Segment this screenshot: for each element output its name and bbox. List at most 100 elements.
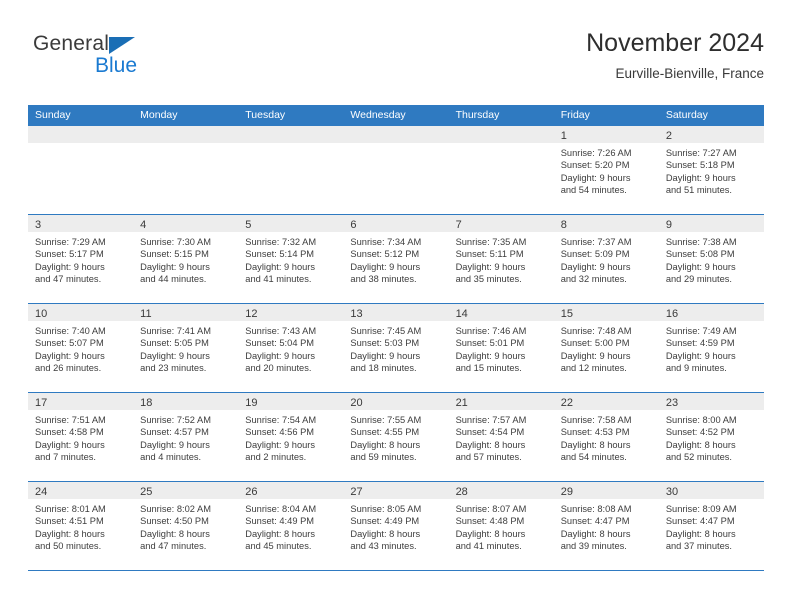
calendar-day-cell[interactable]: 5 Sunrise: 7:32 AM Sunset: 5:14 PM Daylight…: [238, 215, 344, 303]
sunset-text: Sunset: 5:01 PM: [455, 338, 525, 349]
sunset-text: Sunset: 4:57 PM: [140, 427, 209, 438]
day-number-band: 14: [448, 304, 554, 321]
calendar-day-cell[interactable]: 8 Sunrise: 7:37 AM Sunset: 5:09 PM Daylight…: [553, 215, 659, 303]
day-number-band: 4: [133, 215, 239, 232]
day-number: 12: [245, 308, 258, 320]
calendar-day-cell[interactable]: 1 Sunrise: 7:26 AM Sunset: 5:20 PM Daylight…: [553, 126, 659, 214]
calendar-day-cell[interactable]: 12 Sunrise: 7:43 AM Sunset: 5:04 PM Dayligh…: [238, 304, 344, 392]
calendar-week-row: 24 Sunrise: 8:01 AM Sunset: 4:51 PM Dayligh…: [28, 481, 764, 570]
calendar-day-cell[interactable]: 28 Sunrise: 8:07 AM Sunset: 4:48 PM Dayligh…: [448, 482, 554, 570]
day-sun-info: Sunrise: 7:41 AM Sunset: 5:05 PM Daylight:…: [133, 321, 238, 375]
day-number: 29: [560, 486, 573, 498]
daylight-text-line2: and 54 minutes.: [560, 185, 627, 196]
sunset-text: Sunset: 5:20 PM: [560, 160, 630, 171]
day-sun-info: Sunrise: 7:54 AM Sunset: 4:56 PM Daylight:…: [238, 410, 343, 464]
day-number-band: [238, 126, 344, 143]
day-sun-info: Sunrise: 7:58 AM Sunset: 4:53 PM Daylight:…: [554, 410, 659, 464]
daylight-text-line2: and 20 minutes.: [245, 363, 312, 374]
day-number-band: 13: [343, 304, 449, 321]
sunrise-text: Sunrise: 7:52 AM: [140, 415, 211, 425]
calendar-day-cell[interactable]: 30 Sunrise: 8:09 AM Sunset: 4:47 PM Dayligh…: [658, 482, 764, 570]
calendar-day-cell-empty: [133, 126, 239, 214]
sunset-text: Sunset: 5:00 PM: [560, 338, 630, 349]
calendar-day-cell[interactable]: 16 Sunrise: 7:49 AM Sunset: 4:59 PM Dayligh…: [658, 304, 764, 392]
day-number: 10: [35, 308, 48, 320]
calendar-day-cell[interactable]: 23 Sunrise: 8:00 AM Sunset: 4:52 PM Dayligh…: [658, 393, 764, 481]
daylight-text-line2: and 26 minutes.: [35, 363, 102, 374]
sunrise-text: Sunrise: 8:07 AM: [455, 504, 527, 514]
calendar-day-cell[interactable]: 4 Sunrise: 7:30 AM Sunset: 5:15 PM Daylight…: [133, 215, 239, 303]
daylight-text-line1: Daylight: 9 hours: [560, 261, 631, 272]
daylight-text-line2: and 29 minutes.: [665, 274, 732, 285]
day-number-band: 11: [133, 304, 239, 321]
calendar-day-cell[interactable]: 18 Sunrise: 7:52 AM Sunset: 4:57 PM Dayligh…: [133, 393, 239, 481]
day-number-band: 23: [658, 393, 764, 410]
calendar-page: General Blue November 2024 Eurville-Bien…: [0, 0, 792, 612]
daylight-text-line1: Daylight: 9 hours: [665, 172, 736, 183]
daylight-text-line1: Daylight: 8 hours: [455, 439, 526, 450]
sunrise-text: Sunrise: 7:54 AM: [245, 415, 317, 425]
sunset-text: Sunset: 4:53 PM: [560, 427, 630, 438]
calendar-day-cell[interactable]: 25 Sunrise: 8:02 AM Sunset: 4:50 PM Dayligh…: [133, 482, 239, 570]
day-sun-info: Sunrise: 7:37 AM Sunset: 5:09 PM Daylight:…: [554, 232, 659, 286]
day-number: 21: [455, 397, 468, 409]
sunset-text: Sunset: 5:05 PM: [140, 338, 209, 349]
day-number-band: 27: [343, 482, 449, 499]
daylight-text-line1: Daylight: 9 hours: [140, 350, 210, 361]
calendar-week-row: 3 Sunrise: 7:29 AM Sunset: 5:17 PM Daylight…: [28, 214, 764, 303]
weekday-header-tuesday: Tuesday: [245, 109, 286, 121]
day-number-band: 8: [553, 215, 659, 232]
calendar-day-cell[interactable]: 9 Sunrise: 7:38 AM Sunset: 5:08 PM Daylight…: [658, 215, 764, 303]
calendar-day-cell[interactable]: 7 Sunrise: 7:35 AM Sunset: 5:11 PM Daylight…: [448, 215, 554, 303]
daylight-text-line1: Daylight: 9 hours: [140, 439, 210, 450]
daylight-text-line1: Daylight: 9 hours: [560, 350, 631, 361]
calendar-day-cell[interactable]: 20 Sunrise: 7:55 AM Sunset: 4:55 PM Dayligh…: [343, 393, 449, 481]
calendar-day-cell[interactable]: 14 Sunrise: 7:46 AM Sunset: 5:01 PM Dayligh…: [448, 304, 554, 392]
calendar-day-cell[interactable]: 26 Sunrise: 8:04 AM Sunset: 4:49 PM Dayligh…: [238, 482, 344, 570]
calendar-day-cell[interactable]: 24 Sunrise: 8:01 AM Sunset: 4:51 PM Dayligh…: [28, 482, 134, 570]
sunset-text: Sunset: 5:07 PM: [35, 338, 104, 349]
daylight-text-line2: and 4 minutes.: [140, 452, 202, 463]
calendar-day-cell[interactable]: 3 Sunrise: 7:29 AM Sunset: 5:17 PM Daylight…: [28, 215, 134, 303]
sunrise-text: Sunrise: 7:32 AM: [245, 237, 317, 247]
daylight-text-line1: Daylight: 9 hours: [140, 261, 210, 272]
general-blue-logo[interactable]: General Blue: [33, 32, 233, 88]
calendar-day-cell[interactable]: 17 Sunrise: 7:51 AM Sunset: 4:58 PM Dayligh…: [28, 393, 134, 481]
weekday-header-wednesday: Wednesday: [350, 109, 406, 121]
calendar-day-cell[interactable]: 10 Sunrise: 7:40 AM Sunset: 5:07 PM Dayligh…: [28, 304, 134, 392]
sunset-text: Sunset: 4:49 PM: [245, 516, 315, 527]
day-sun-info: Sunrise: 7:30 AM Sunset: 5:15 PM Daylight:…: [133, 232, 238, 286]
sunset-text: Sunset: 5:11 PM: [455, 249, 524, 260]
daylight-text-line2: and 51 minutes.: [665, 185, 732, 196]
day-number: 18: [140, 397, 153, 409]
calendar-day-cell[interactable]: 19 Sunrise: 7:54 AM Sunset: 4:56 PM Dayligh…: [238, 393, 344, 481]
calendar-day-cell[interactable]: 2 Sunrise: 7:27 AM Sunset: 5:18 PM Daylight…: [658, 126, 764, 214]
sunrise-text: Sunrise: 7:43 AM: [245, 326, 317, 336]
sunrise-text: Sunrise: 7:29 AM: [35, 237, 106, 247]
calendar-day-cell[interactable]: 21 Sunrise: 7:57 AM Sunset: 4:54 PM Dayligh…: [448, 393, 554, 481]
calendar-day-cell[interactable]: 29 Sunrise: 8:08 AM Sunset: 4:47 PM Dayligh…: [553, 482, 659, 570]
day-number-band: 26: [238, 482, 344, 499]
calendar-day-cell[interactable]: 15 Sunrise: 7:48 AM Sunset: 5:00 PM Dayligh…: [553, 304, 659, 392]
sunrise-text: Sunrise: 8:05 AM: [350, 504, 422, 514]
weekday-header-friday: Friday: [560, 109, 590, 121]
calendar-day-cell[interactable]: 22 Sunrise: 7:58 AM Sunset: 4:53 PM Dayligh…: [553, 393, 659, 481]
day-number: 3: [35, 219, 42, 231]
daylight-text-line1: Daylight: 9 hours: [245, 261, 316, 272]
calendar-day-cell[interactable]: 11 Sunrise: 7:41 AM Sunset: 5:05 PM Dayligh…: [133, 304, 239, 392]
sunrise-text: Sunrise: 7:46 AM: [455, 326, 527, 336]
page-title: November 2024: [586, 29, 764, 57]
logo-word-general: General: [33, 32, 110, 55]
calendar-day-cell[interactable]: 27 Sunrise: 8:05 AM Sunset: 4:49 PM Dayligh…: [343, 482, 449, 570]
sunrise-text: Sunrise: 7:38 AM: [665, 237, 737, 247]
sunrise-text: Sunrise: 7:40 AM: [35, 326, 106, 336]
day-number: 1: [560, 130, 567, 142]
sunrise-text: Sunrise: 7:30 AM: [140, 237, 211, 247]
logo-word-blue: Blue: [95, 54, 138, 77]
daylight-text-line2: and 59 minutes.: [350, 452, 417, 463]
daylight-text-line2: and 41 minutes.: [455, 541, 522, 552]
day-number-band: 28: [448, 482, 554, 499]
day-number-band: 12: [238, 304, 344, 321]
calendar-day-cell[interactable]: 6 Sunrise: 7:34 AM Sunset: 5:12 PM Daylight…: [343, 215, 449, 303]
calendar-day-cell[interactable]: 13 Sunrise: 7:45 AM Sunset: 5:03 PM Dayligh…: [343, 304, 449, 392]
